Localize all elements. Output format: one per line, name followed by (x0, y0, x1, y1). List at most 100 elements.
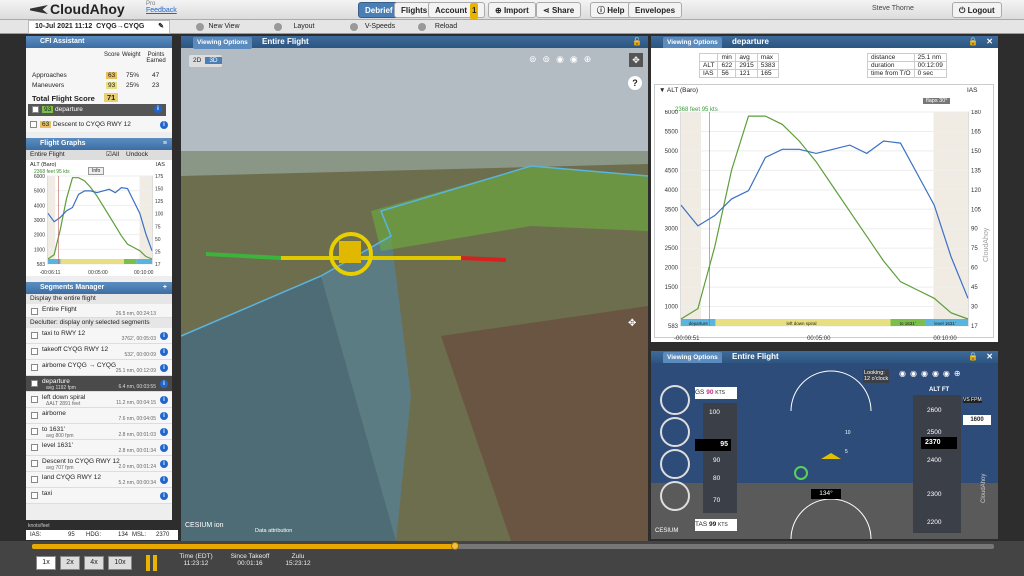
segments-manager-header[interactable]: Segments Manager + (26, 282, 172, 294)
logout-button[interactable]: ⏻ Logout (952, 2, 1002, 18)
altitude-speed-graph[interactable]: 6000550050004500400035003000250020001500… (651, 110, 998, 342)
pfd-controls[interactable]: ◉◉◉◉◉⊕ (899, 369, 965, 378)
close-icon[interactable]: ✕ (986, 36, 993, 48)
share-button[interactable]: ⋖ Share (536, 2, 582, 18)
layout-button[interactable]: Layout (274, 21, 334, 33)
maneuvers-points: 23 (152, 82, 160, 89)
graphs-title: Flight Graphs (40, 140, 86, 147)
info-icon[interactable]: i (160, 444, 168, 452)
speed-1x-button[interactable]: 1x (36, 556, 56, 570)
segment-meta: 7.6 nm, 00:04:05 (118, 416, 156, 422)
lock-icon[interactable]: 🔓 (632, 36, 642, 48)
heading-readout: 134° (811, 489, 841, 499)
view-3d-button[interactable]: 3D (205, 57, 222, 64)
segment-item[interactable]: airborne CYQG → CYQG 25.1 nm, 00:12:09 i (26, 360, 172, 376)
checkbox[interactable] (31, 492, 38, 499)
envelopes-button[interactable]: Envelopes (628, 2, 683, 18)
segment-item[interactable]: to 1631' avg 800 fpm 2.8 nm, 00:01:03 i (26, 424, 172, 440)
segment-item[interactable]: takeoff CYQG RWY 12 532', 00:00:09 i (26, 344, 172, 360)
tas-label: TAS (695, 521, 708, 528)
edit-icon[interactable]: ✎ (158, 21, 164, 33)
speed-4x-button[interactable]: 4x (84, 556, 104, 570)
checkbox[interactable] (31, 460, 38, 467)
graph-scope[interactable]: Entire Flight (30, 151, 65, 158)
reload-button[interactable]: Reload (418, 21, 474, 33)
info-icon[interactable]: i (160, 380, 168, 388)
checkbox[interactable] (31, 412, 38, 419)
speed-10x-button[interactable]: 10x (108, 556, 132, 570)
info-icon[interactable]: i (160, 412, 168, 420)
add-icon[interactable]: + (163, 282, 167, 294)
y-right-tick: 105 (971, 207, 982, 213)
undock-button[interactable]: Undock (126, 150, 148, 160)
segment-item[interactable]: left down spiral ΔALT 2891 feet 11.2 nm, 0… (26, 392, 172, 408)
segment-entire-flight[interactable]: Entire Flight 26.5 nm, 00:24:13 (26, 304, 172, 318)
cfi-item-departure[interactable]: 93 departure i (28, 104, 166, 116)
all-checkbox[interactable]: ☑All (106, 150, 119, 160)
checkbox[interactable] (31, 428, 38, 435)
map-controls[interactable]: ⊚⊚◉◉⊕ (529, 54, 597, 65)
segment-item[interactable]: taxi to RWY 12 3762', 00:05:03 i (26, 328, 172, 344)
cfi-item-descent[interactable]: 63 Descent to CYQG RWY 12 i (26, 118, 172, 132)
feedback-link[interactable]: Feedback (146, 7, 177, 14)
close-icon[interactable]: ✕ (986, 351, 993, 363)
new-view-button[interactable]: New View (196, 21, 252, 33)
info-icon[interactable]: i (160, 396, 168, 404)
checkbox[interactable] (31, 396, 38, 403)
vspeeds-button[interactable]: V-Speeds (350, 21, 410, 33)
y-right-tick: 150 (971, 149, 982, 155)
info-icon[interactable]: i (160, 348, 168, 356)
info-icon[interactable]: i (160, 121, 168, 129)
lock-icon[interactable]: 🔒 (968, 351, 978, 363)
checkbox[interactable] (31, 332, 38, 339)
info-icon[interactable]: i (160, 428, 168, 436)
map-help-button[interactable]: ? (628, 76, 642, 90)
fullscreen-icon[interactable]: ✥ (629, 53, 643, 67)
segment-item[interactable]: land CYQG RWY 12 5.2 nm, 00:00:34 i (26, 472, 172, 488)
app-logo[interactable]: CloudAhoy Pro Feedback (30, 1, 177, 19)
segment-item[interactable]: level 1631' 2.8 nm, 00:01:34 i (26, 440, 172, 456)
pause-icon[interactable] (144, 555, 160, 571)
flight-selector[interactable]: 10-Jul 2021 11:12 CYQG→CYQG ✎ (28, 20, 170, 34)
info-icon[interactable]: i (160, 492, 168, 500)
checkbox[interactable] (32, 105, 39, 113)
info-icon[interactable]: i (160, 332, 168, 340)
compass-icon[interactable]: ✥ (628, 318, 642, 332)
info-icon[interactable]: i (154, 105, 162, 113)
user-name[interactable]: Steve Thorne (872, 5, 914, 12)
cfi-assistant-header[interactable]: CFI Assistant (26, 36, 172, 48)
info-icon[interactable]: i (160, 364, 168, 372)
view-2d-button[interactable]: 2D (189, 57, 205, 64)
map-viewing-options[interactable]: Viewing Options (193, 37, 252, 49)
hdg-value: 134 (118, 532, 129, 538)
segment-item[interactable]: departure avg 1192 fpm 6.4 nm, 00:03:55 i (26, 376, 172, 392)
tab-account[interactable]: Account 1 (428, 2, 486, 19)
segment-item[interactable]: Descent to CYQG RWY 12 avg 707 fpm 2.0 nm,… (26, 456, 172, 472)
info-icon[interactable]: i (160, 476, 168, 484)
info-icon[interactable]: i (160, 460, 168, 468)
flight-graphs-header[interactable]: Flight Graphs ≡ (26, 138, 172, 150)
right-wing-red (460, 256, 507, 262)
checkbox[interactable] (31, 364, 38, 371)
alt-series-label[interactable]: ▼ ALT (Baro) (659, 87, 698, 94)
map-3d-view[interactable]: Viewing Options Entire Flight 🔓 2D 3D ⊚⊚◉… (181, 36, 648, 541)
checkbox[interactable] (31, 476, 38, 483)
help-button[interactable]: ⓘ Help (590, 2, 632, 18)
segment-item[interactable]: taxi i (26, 488, 172, 504)
data-attribution-link[interactable]: Data attribution (255, 528, 292, 534)
timeline-scrubber[interactable] (451, 542, 460, 550)
segment-item[interactable]: airborne 7.6 nm, 00:04:05 i (26, 408, 172, 424)
segment-bar-label: level 1631' (934, 321, 956, 326)
mini-graph-chart[interactable]: 6000 5000 4000 3000 2000 1000 583 175 150 125 100 7… (26, 170, 172, 276)
speed-2x-button[interactable]: 2x (60, 556, 80, 570)
alt-tick: 2300 (927, 491, 942, 498)
checkbox[interactable] (31, 444, 38, 451)
checkbox[interactable] (31, 348, 38, 355)
menu-icon[interactable]: ≡ (163, 138, 167, 150)
import-button[interactable]: ⊕ Import (488, 2, 536, 18)
timeline-track[interactable] (32, 542, 994, 550)
checkbox[interactable] (30, 120, 37, 128)
checkbox[interactable] (31, 380, 38, 387)
lock-icon[interactable]: 🔒 (968, 36, 978, 48)
checkbox[interactable] (31, 308, 38, 315)
